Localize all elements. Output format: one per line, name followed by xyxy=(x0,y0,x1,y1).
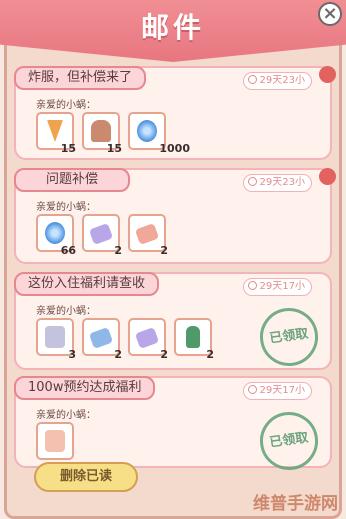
mail-title: 炸服，但补偿来了 xyxy=(14,66,147,90)
mail-time-badge: 29天17小 xyxy=(242,278,312,296)
attachment-item[interactable]: 3 xyxy=(36,318,76,361)
mail-greeting: 亲爱的小蜗： xyxy=(36,202,96,213)
mail-title: 问题补偿 xyxy=(14,168,131,192)
attachment-item[interactable]: 1000 xyxy=(128,112,190,155)
clock-icon xyxy=(247,177,257,186)
attachment-item[interactable]: 2 xyxy=(128,214,168,257)
mail-item-4[interactable]: 100w预约达成福利 29天17小 已领取 亲爱的小蜗： xyxy=(14,376,332,474)
attachment-item[interactable]: 2 xyxy=(82,214,122,257)
mail-time-badge: 29天23小 xyxy=(242,174,312,192)
mail-title: 100w预约达成福利 xyxy=(14,376,156,400)
unread-dot xyxy=(319,66,336,83)
attachment-qty: 15 xyxy=(106,142,122,155)
mail-item-3[interactable]: 这份入住福利请查收 29天17小 已领取 亲爱的小蜗： 3 2 2 2 xyxy=(14,272,332,370)
attachment-item[interactable]: 2 xyxy=(128,318,168,361)
blue-swirl-icon xyxy=(137,120,157,142)
pizza-icon xyxy=(47,120,63,142)
gift-bag-icon xyxy=(45,430,65,452)
attachment-qty: 2 xyxy=(114,348,122,361)
mail-time-badge: 29天23小 xyxy=(242,72,312,90)
page-title: 邮件 xyxy=(140,11,205,44)
pink-ticket-icon xyxy=(134,223,160,245)
attachment-qty: 2 xyxy=(206,348,214,361)
attachment-qty: 2 xyxy=(160,348,168,361)
attachment-qty: 66 xyxy=(60,244,76,257)
unread-dot xyxy=(319,168,336,185)
bread-icon xyxy=(91,120,111,142)
clock-icon xyxy=(247,281,257,290)
delete-read-button[interactable]: 删除已读 xyxy=(34,462,138,492)
attachment-item[interactable]: 66 xyxy=(36,214,76,257)
green-bottle-icon xyxy=(186,326,200,348)
purple-ticket-icon xyxy=(88,223,114,245)
gift-box-icon xyxy=(45,326,65,348)
claimed-stamp: 已领取 xyxy=(256,408,322,474)
claimed-stamp: 已领取 xyxy=(256,304,322,370)
mail-time-text: 29天23小 xyxy=(259,75,305,86)
close-icon: × xyxy=(322,3,338,24)
mail-time-text: 29天23小 xyxy=(259,177,305,188)
mail-time-text: 29天17小 xyxy=(259,385,305,396)
attachment-item[interactable] xyxy=(36,422,74,460)
attachment-qty: 2 xyxy=(160,244,168,257)
attachment-item[interactable]: 15 xyxy=(36,112,76,155)
mail-greeting: 亲爱的小蜗： xyxy=(36,306,96,317)
mail-time-badge: 29天17小 xyxy=(242,382,312,400)
mail-item-2[interactable]: 问题补偿 29天23小 亲爱的小蜗： 66 2 2 xyxy=(14,168,336,264)
watermark: 维普手游网 xyxy=(253,494,338,514)
purple-ticket-icon xyxy=(134,327,160,349)
attachment-qty: 3 xyxy=(68,348,76,361)
attachment-qty: 15 xyxy=(60,142,76,155)
attachment-item[interactable]: 15 xyxy=(82,112,122,155)
blue-swirl-icon xyxy=(45,222,65,244)
mail-greeting: 亲爱的小蜗： xyxy=(36,100,96,111)
mail-item-1[interactable]: 炸服，但补偿来了 29天23小 亲爱的小蜗： 15 15 1000 xyxy=(14,66,336,160)
blue-ticket-icon xyxy=(88,327,114,349)
mail-time-text: 29天17小 xyxy=(259,281,305,292)
clock-icon xyxy=(247,75,257,84)
mail-greeting: 亲爱的小蜗： xyxy=(36,410,96,421)
mail-title: 这份入住福利请查收 xyxy=(14,272,160,296)
clock-icon xyxy=(247,385,257,394)
attachment-item[interactable]: 2 xyxy=(174,318,214,361)
attachment-qty: 1000 xyxy=(159,142,190,155)
attachment-item[interactable]: 2 xyxy=(82,318,122,361)
close-button[interactable]: × xyxy=(318,2,342,26)
attachment-qty: 2 xyxy=(114,244,122,257)
